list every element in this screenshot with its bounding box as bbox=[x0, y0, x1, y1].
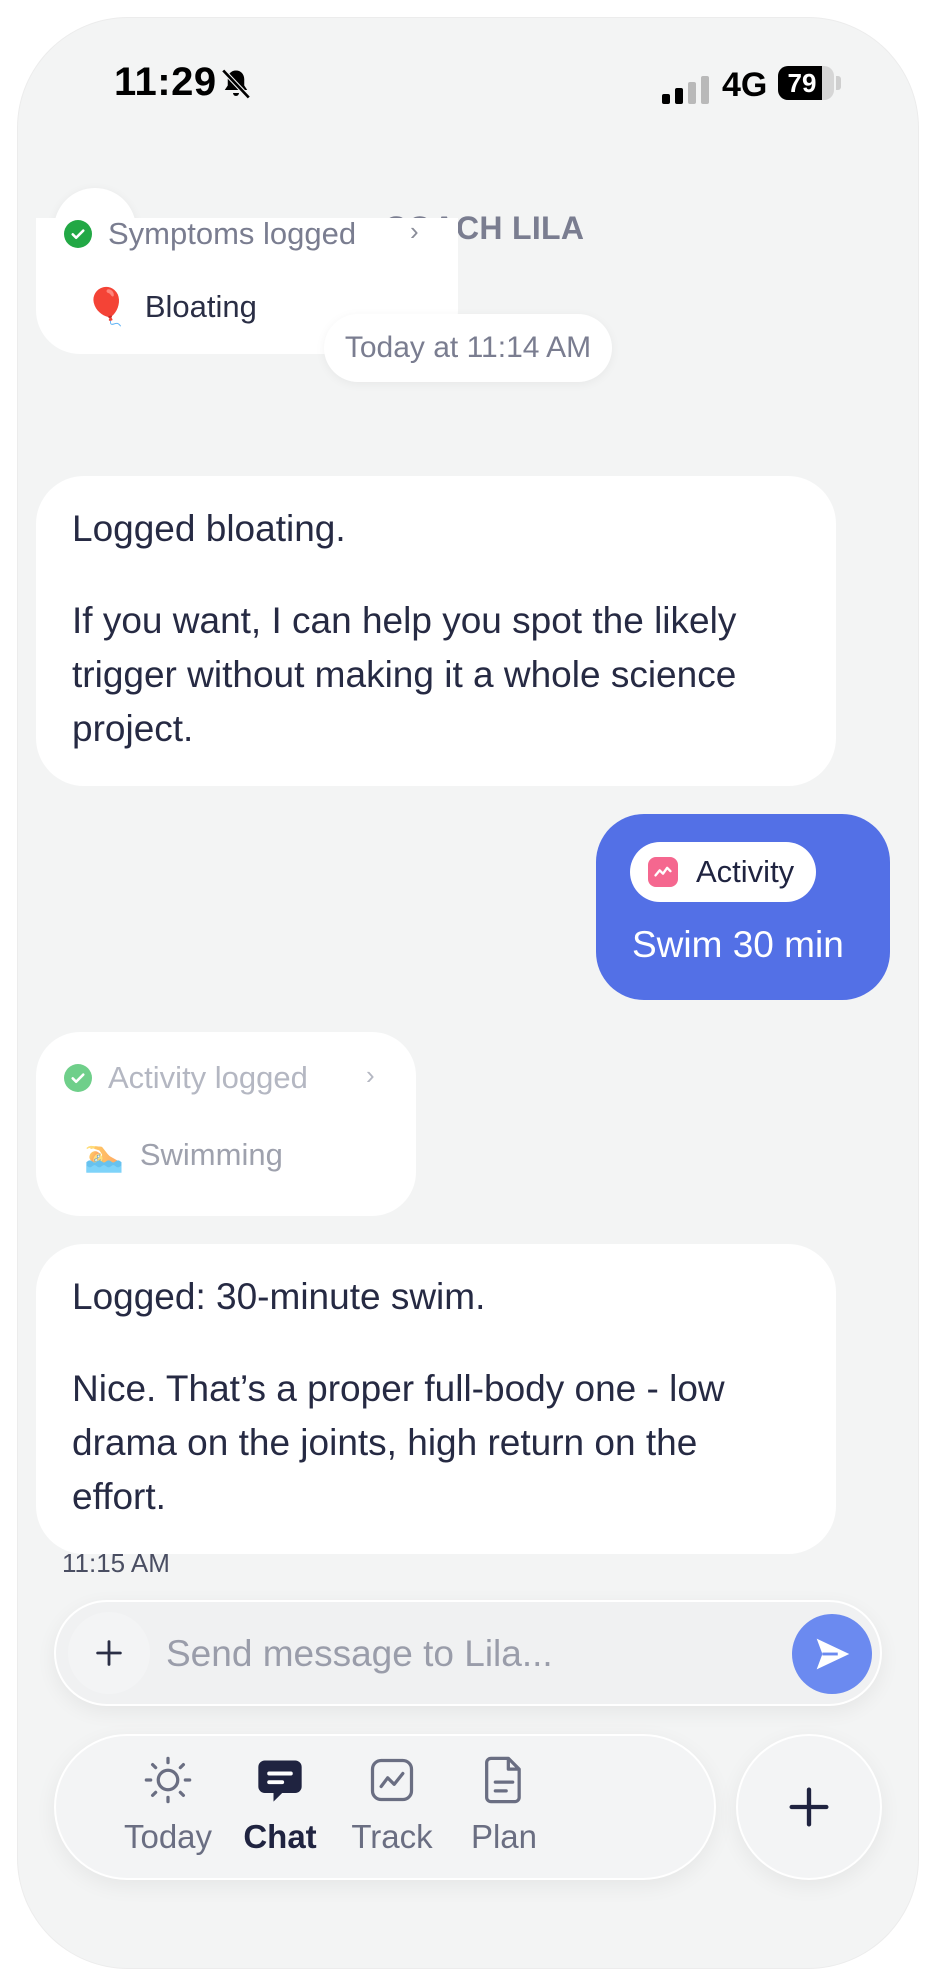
activity-logged-title: Activity logged bbox=[108, 1060, 308, 1095]
attach-button[interactable] bbox=[68, 1612, 150, 1694]
plus-icon bbox=[789, 1787, 829, 1827]
activity-chip: Activity bbox=[630, 842, 817, 902]
battery-percent: 79 bbox=[787, 68, 817, 98]
chip-label: Activity bbox=[696, 854, 795, 889]
message-input[interactable] bbox=[166, 1626, 726, 1682]
tab-today[interactable]: Today bbox=[108, 1754, 228, 1864]
send-button[interactable] bbox=[792, 1614, 872, 1694]
plus-icon bbox=[96, 1640, 122, 1666]
coach-message: Logged bloating. If you want, I can help… bbox=[36, 476, 836, 786]
message-composer bbox=[54, 1600, 882, 1706]
tab-chat[interactable]: Chat bbox=[220, 1754, 340, 1864]
balloon-icon: 🎈 bbox=[84, 286, 129, 327]
tab-label: Track bbox=[351, 1818, 433, 1855]
add-button[interactable] bbox=[736, 1734, 882, 1880]
timestamp-pill: Today at 11:14 AM bbox=[324, 314, 612, 382]
tab-label: Today bbox=[123, 1818, 213, 1855]
activity-item: 🏊 Swimming bbox=[84, 1136, 283, 1174]
check-circle-icon bbox=[64, 220, 92, 248]
message-paragraph: Nice. That’s a proper full-body one - lo… bbox=[72, 1368, 725, 1517]
tab-plan[interactable]: Plan bbox=[444, 1754, 564, 1864]
document-icon bbox=[485, 1756, 521, 1804]
symptom-item: 🎈 Bloating bbox=[84, 286, 257, 328]
user-message-bubble: Activity Swim 30 min bbox=[596, 814, 890, 1000]
phone-screen: 11:29 4G 79 COACH LILA Symptoms logged ›… bbox=[18, 18, 918, 1968]
activity-label: Swimming bbox=[139, 1137, 283, 1172]
tab-label: Chat bbox=[243, 1818, 317, 1855]
user-message-text: Swim 30 min bbox=[632, 924, 844, 965]
activity-logged-header: Activity logged bbox=[64, 1060, 308, 1096]
send-icon bbox=[816, 1638, 850, 1670]
bell-muted-icon bbox=[221, 68, 251, 100]
tab-bar: Today Chat Track Plan bbox=[54, 1734, 716, 1880]
network-type: 4G bbox=[722, 66, 768, 104]
status-time: 11:29 bbox=[114, 60, 217, 104]
activity-logged-card[interactable]: Activity logged › 🏊 Swimming bbox=[36, 1032, 416, 1216]
symptom-label: Bloating bbox=[144, 289, 257, 324]
message-paragraph: If you want, I can help you spot the lik… bbox=[72, 600, 737, 749]
message-paragraph: Logged bloating. bbox=[72, 508, 346, 549]
tab-label: Plan bbox=[470, 1818, 538, 1855]
chat-icon bbox=[258, 1760, 302, 1802]
message-time: 11:15 AM bbox=[62, 1548, 170, 1578]
battery-tip bbox=[836, 76, 841, 90]
activity-icon bbox=[648, 857, 678, 887]
symptoms-logged-header: Symptoms logged bbox=[64, 218, 356, 252]
tab-track[interactable]: Track bbox=[332, 1754, 452, 1864]
coach-message: Logged: 30-minute swim. Nice. That’s a p… bbox=[36, 1244, 836, 1554]
battery-icon: 79 bbox=[778, 66, 834, 100]
message-paragraph: Logged: 30-minute swim. bbox=[72, 1276, 486, 1317]
status-bar: 11:29 4G 79 bbox=[18, 18, 918, 148]
swimmer-icon: 🏊 bbox=[84, 1137, 124, 1173]
check-circle-icon bbox=[64, 1064, 92, 1092]
chart-icon bbox=[370, 1758, 414, 1802]
chevron-right-icon: › bbox=[366, 1060, 375, 1090]
signal-icon bbox=[662, 74, 709, 104]
symptoms-logged-title: Symptoms logged bbox=[108, 218, 357, 251]
sun-icon bbox=[144, 1756, 192, 1804]
chevron-right-icon: › bbox=[410, 218, 419, 246]
